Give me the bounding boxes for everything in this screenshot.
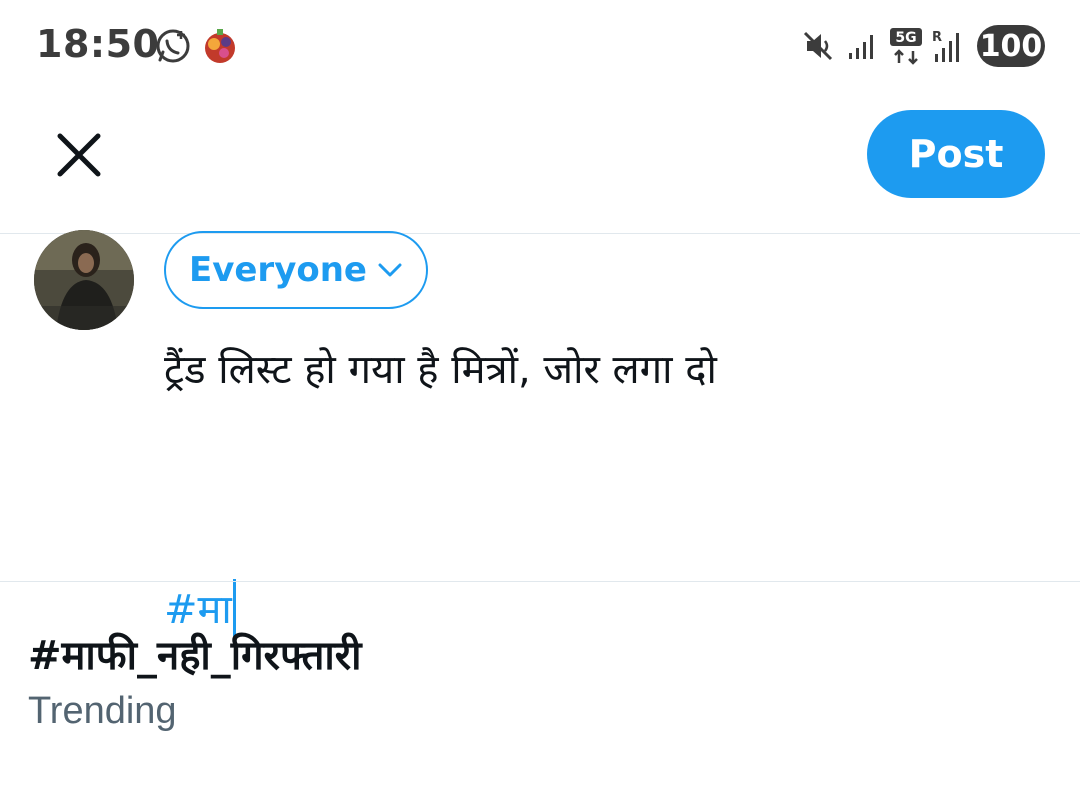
battery-icon: 100	[977, 25, 1045, 67]
chevron-down-icon	[378, 263, 402, 277]
signal-icon	[846, 26, 878, 66]
post-button[interactable]: Post	[867, 110, 1045, 198]
suggestion-subtitle: Trending	[28, 690, 177, 732]
whatsapp-icon	[153, 26, 193, 66]
svg-text:5G: 5G	[895, 30, 916, 46]
avatar[interactable]	[34, 230, 134, 330]
hashtag-suggestion[interactable]: #माफी_नही_गिरफ्तारी Trending	[0, 582, 1080, 742]
close-icon	[57, 133, 101, 177]
roaming-signal-icon: R	[930, 26, 966, 66]
audience-label: Everyone	[188, 250, 367, 290]
candy-crush-icon	[200, 26, 240, 66]
svg-text:R: R	[932, 30, 942, 45]
close-button[interactable]	[52, 128, 106, 182]
status-time: 18:50	[36, 22, 160, 66]
audience-selector[interactable]: Everyone	[164, 231, 428, 309]
suggestion-hashtag: #माफी_नही_गिरफ्तारी	[28, 633, 362, 679]
mute-icon	[800, 26, 836, 66]
status-bar: 18:50 5G R 100	[0, 0, 1080, 92]
tweet-text-line: ट्रैंड लिस्ट हो गया है मित्रों, जोर लगा …	[164, 347, 717, 393]
header-divider	[0, 233, 1080, 234]
5g-icon: 5G	[888, 26, 924, 66]
